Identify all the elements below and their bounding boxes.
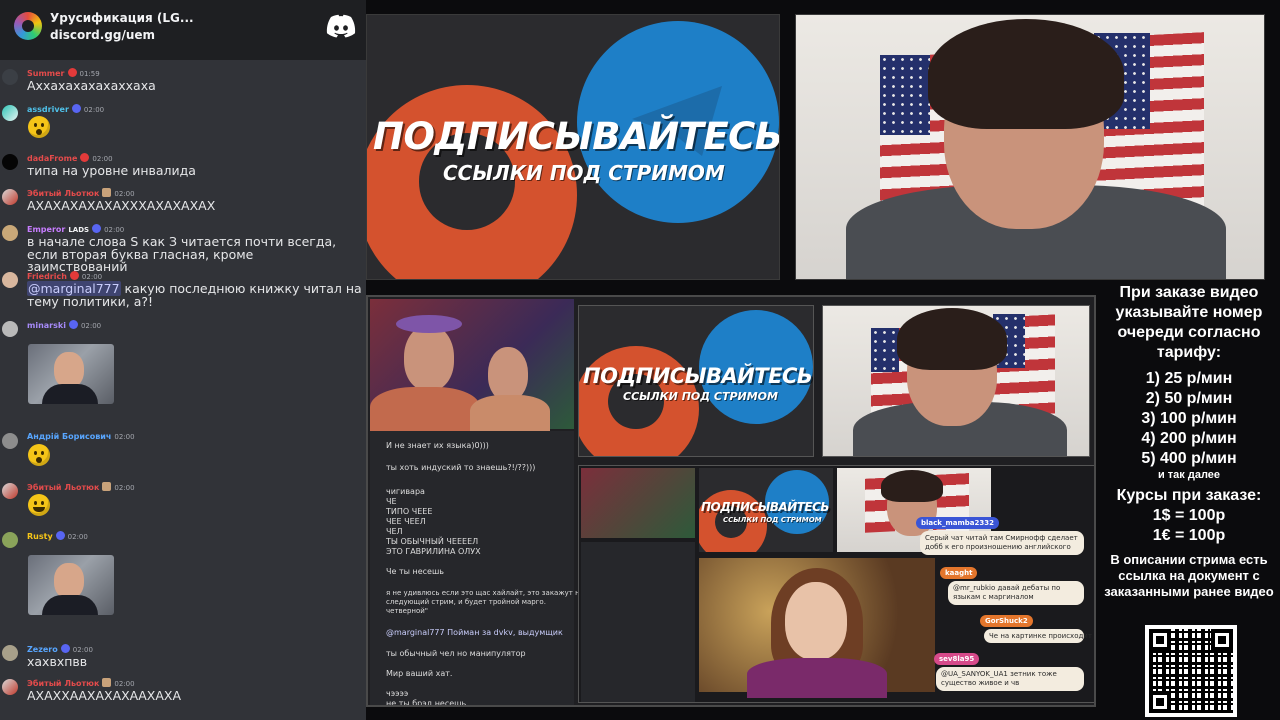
laughing-crying-face-icon bbox=[28, 494, 50, 516]
attached-image[interactable] bbox=[28, 344, 114, 404]
message-username[interactable]: Summer 01:59 bbox=[27, 68, 100, 78]
role-badge-icon bbox=[71, 104, 81, 113]
role-badge-icon bbox=[55, 531, 65, 540]
chat-bubble: Серый чат читай там Смирнофф сделает доб… bbox=[920, 531, 1084, 555]
role-badge-icon bbox=[102, 482, 112, 491]
rate-usd: 1$ = 100р bbox=[1152, 507, 1226, 524]
server-icon bbox=[14, 12, 42, 40]
nested-webcam-left bbox=[370, 299, 574, 437]
nested-promo-banner: ПОДПИСЫВАЙТЕСЬ ССЫЛКИ ПОД СТРИМОМ bbox=[578, 305, 814, 457]
avatar bbox=[2, 272, 18, 288]
attached-image[interactable] bbox=[28, 555, 114, 615]
promo-banner: ПОДПИСЫВАЙТЕСЬ ССЫЛКИ ПОД СТРИМОМ bbox=[366, 14, 780, 280]
astonished-face-icon bbox=[28, 116, 50, 138]
message-username[interactable]: Friedrich 02:00 bbox=[27, 271, 102, 281]
role-badge-icon bbox=[92, 224, 102, 233]
order-info: При заказе видео указывайте номер очеред… bbox=[1098, 283, 1280, 600]
avatar bbox=[2, 154, 18, 170]
role-badge-icon bbox=[67, 68, 77, 77]
bubble-username: kaaght bbox=[940, 567, 978, 579]
order-heading: При заказе видео указывайте номер очеред… bbox=[1115, 284, 1263, 361]
avatar bbox=[2, 679, 18, 695]
tariff-3: 3) 100 р/мин bbox=[1141, 410, 1237, 427]
tariff-4: 4) 200 р/мин bbox=[1141, 430, 1237, 447]
chat-bubble: @UA_SANYOK_UA1 зетник тоже существо живо… bbox=[936, 667, 1084, 691]
role-badge-icon bbox=[80, 153, 90, 162]
message-text: в начале слова S как З читается почти вс… bbox=[27, 234, 337, 274]
message-username[interactable]: minarski 02:00 bbox=[27, 320, 101, 330]
avatar bbox=[2, 645, 18, 661]
webcam-feed bbox=[795, 14, 1265, 280]
message-username[interactable]: Эбитый Льотюк 02:00 bbox=[27, 188, 135, 198]
rate-eur: 1€ = 100р bbox=[1152, 527, 1226, 544]
server-header[interactable]: Урусификация (LG... discord.gg/uem bbox=[0, 0, 366, 60]
message-username[interactable]: Андрій Борисович 02:00 bbox=[27, 432, 135, 441]
message-username[interactable]: Эбитый Льотюк 02:00 bbox=[27, 482, 135, 492]
avatar bbox=[2, 189, 18, 205]
message-text: АХАХАХАХАХАХХХАХАХАХАХ bbox=[27, 198, 216, 213]
tariff-2: 2) 50 р/мин bbox=[1145, 390, 1233, 407]
server-invite-link[interactable]: discord.gg/uem bbox=[50, 28, 155, 42]
tariff-1: 1) 25 р/мин bbox=[1145, 370, 1233, 387]
qr-code[interactable] bbox=[1145, 625, 1237, 717]
discord-chat-overlay: Урусификация (LG... discord.gg/uem Summe… bbox=[0, 0, 366, 720]
user-tag: LADS bbox=[68, 226, 90, 234]
avatar bbox=[2, 532, 18, 548]
avatar bbox=[2, 321, 18, 337]
message-username[interactable]: Emperor LADS 02:00 bbox=[27, 224, 124, 234]
chat-bubble: Че на картинке происходит bbox=[984, 629, 1092, 643]
message-text: хахвхпвв bbox=[27, 654, 88, 669]
avatar bbox=[2, 483, 18, 499]
role-badge-icon bbox=[102, 188, 112, 197]
role-badge-icon bbox=[102, 678, 112, 687]
role-badge-icon bbox=[60, 644, 70, 653]
role-badge-icon bbox=[69, 271, 79, 280]
chat-bubble: @mr_rubkio давай дебаты по языкам с марг… bbox=[948, 581, 1084, 605]
message-text: Аххахахахахаххаха bbox=[27, 78, 156, 93]
nested-video-girl bbox=[699, 558, 935, 698]
tariff-5: 5) 400 р/мин bbox=[1141, 450, 1237, 467]
screen: Урусификация (LG... discord.gg/uem Summe… bbox=[0, 0, 1280, 720]
avatar bbox=[2, 69, 18, 85]
stream-description-note: В описании стрима есть ссылка на докумен… bbox=[1104, 552, 1274, 599]
nested-stream-capture: И не знает их языка)0))) ты хоть индуски… bbox=[366, 295, 1096, 707]
message-username[interactable]: Эбитый Льотюк 02:00 bbox=[27, 678, 135, 688]
message-username[interactable]: Zezero 02:00 bbox=[27, 644, 93, 654]
nested-webcam bbox=[822, 305, 1090, 457]
promo-subtitle: ССЫЛКИ ПОД СТРИМОМ bbox=[443, 161, 725, 185]
nested-chat: И не знает их языка)0))) ты хоть индуски… bbox=[370, 431, 584, 705]
avatar bbox=[2, 433, 18, 449]
message-text: типа на уровне инвалида bbox=[27, 163, 196, 178]
message-text: АХАХХААХАХАХААХАХА bbox=[27, 688, 182, 703]
server-name: Урусификация (LG... bbox=[50, 11, 194, 25]
avatar bbox=[2, 105, 18, 121]
role-badge-icon bbox=[68, 320, 78, 329]
message-username[interactable]: dadaFrome 02:00 bbox=[27, 153, 113, 163]
tariff-etc: и так далее bbox=[1157, 469, 1221, 481]
discord-logo-icon bbox=[326, 14, 356, 38]
astonished-face-icon bbox=[28, 444, 50, 466]
bubble-username: black_mamba2332 bbox=[916, 517, 999, 529]
promo-title: ПОДПИСЫВАЙТЕСЬ bbox=[373, 115, 780, 158]
rates-heading: Курсы при заказе: bbox=[1116, 487, 1262, 504]
message-username[interactable]: assdriver 02:00 bbox=[27, 104, 104, 114]
message-text: @marginal777 какую последнюю книжку чита… bbox=[27, 281, 362, 309]
message-username[interactable]: Rusty 02:00 bbox=[27, 531, 88, 541]
bubble-username: GorShuck2 bbox=[980, 615, 1033, 627]
bubble-username: sev8la95 bbox=[934, 653, 980, 665]
avatar bbox=[2, 225, 18, 241]
